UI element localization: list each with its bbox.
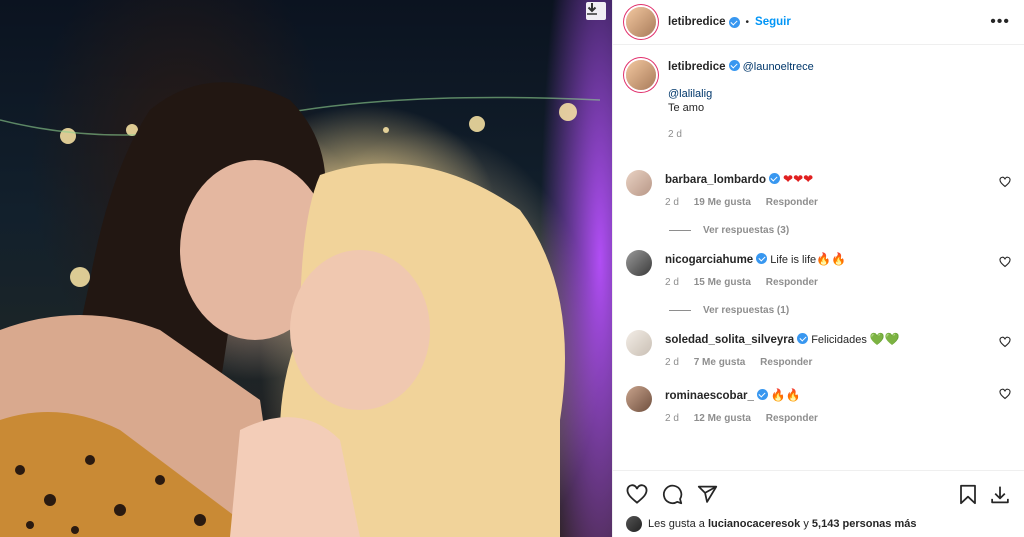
photo-illustration (0, 82, 601, 537)
instagram-post: letibredice • Seguir ••• letibredice @la… (0, 0, 1024, 537)
comment-likes[interactable]: 7 Me gusta (694, 357, 746, 368)
comment-text: Life is life (770, 254, 817, 266)
replies-line (669, 230, 691, 231)
like-icon[interactable] (626, 484, 648, 504)
comment-likes[interactable]: 12 Me gusta (694, 413, 751, 424)
reply-button[interactable]: Responder (766, 413, 818, 424)
post-caption: letibredice @launoeltrece @lalilalig Te … (626, 46, 1011, 156)
verified-icon (797, 333, 809, 344)
comment-text: Felicidades (811, 334, 867, 346)
view-replies-button[interactable]: Ver respuestas (1) (669, 305, 1011, 316)
share-icon[interactable] (697, 484, 718, 505)
caption-avatar[interactable] (626, 60, 656, 90)
commenter-avatar[interactable] (626, 250, 652, 276)
comment-item: soledad_solita_silveyra Felicidades 💚💚 2… (626, 316, 1011, 368)
view-replies-button[interactable]: Ver respuestas (3) (669, 225, 1011, 236)
comment-time[interactable]: 2 d (665, 413, 679, 424)
post-header: letibredice • Seguir ••• (613, 0, 1024, 45)
likes-count[interactable]: 5,143 personas más (812, 518, 917, 530)
heart-icon[interactable] (999, 256, 1011, 268)
post-actions: Les gusta a lucianocaceresok y 5,143 per… (613, 470, 1024, 537)
likes-summary: Les gusta a lucianocaceresok y 5,143 per… (626, 516, 1011, 532)
post-photo[interactable] (0, 0, 612, 537)
commenter-avatar[interactable] (626, 330, 652, 356)
comment-time[interactable]: 2 d (665, 197, 679, 208)
comment-emoji: ❤❤❤ (783, 172, 814, 186)
bookmark-icon[interactable] (959, 484, 977, 505)
comment-item: rominaescobar_ 🔥🔥 2 d 12 Me gusta Respon… (626, 368, 1011, 424)
likes-prefix: Les gusta a (648, 518, 705, 530)
separator-dot: • (745, 16, 750, 28)
comments-list[interactable]: letibredice @launoeltrece @lalilalig Te … (613, 46, 1024, 470)
author-username[interactable]: letibredice (668, 16, 726, 28)
follow-button[interactable]: Seguir (755, 16, 791, 28)
heart-icon[interactable] (999, 336, 1011, 348)
author-avatar[interactable] (626, 7, 656, 37)
comment-username[interactable]: rominaescobar_ (665, 390, 754, 402)
verified-icon (728, 16, 740, 28)
commenter-avatar[interactable] (626, 386, 652, 412)
comment-emoji: 🔥🔥 (770, 388, 801, 402)
caption-username[interactable]: letibredice (668, 61, 726, 73)
reply-button[interactable]: Responder (766, 277, 818, 288)
more-options-icon[interactable]: ••• (990, 14, 1010, 30)
download-icon (587, 3, 597, 15)
caption-mention[interactable]: @launoeltrece (743, 61, 814, 73)
caption-mention[interactable]: @lalilalig (668, 88, 712, 100)
comment-icon[interactable] (662, 484, 683, 505)
comment-item: barbara_lombardo ❤❤❤ 2 d 19 Me gusta Res… (626, 156, 1011, 208)
reply-button[interactable]: Responder (760, 357, 812, 368)
post-side-panel: letibredice • Seguir ••• letibredice @la… (612, 0, 1024, 537)
comment-username[interactable]: barbara_lombardo (665, 174, 766, 186)
reply-button[interactable]: Responder (766, 197, 818, 208)
comment-likes[interactable]: 15 Me gusta (694, 277, 751, 288)
heart-icon[interactable] (999, 176, 1011, 188)
verified-icon (756, 389, 768, 400)
verified-icon (756, 253, 768, 264)
liker-username[interactable]: lucianocaceresok (708, 518, 800, 530)
likes-and: y (803, 518, 809, 530)
comment-item: nicogarciahume Life is life🔥🔥 2 d 15 Me … (626, 236, 1011, 288)
comment-likes[interactable]: 19 Me gusta (694, 197, 751, 208)
comment-emoji: 🔥🔥 (816, 252, 847, 266)
comment-time[interactable]: 2 d (665, 277, 679, 288)
verified-icon (768, 173, 780, 184)
caption-time[interactable]: 2 d (668, 129, 682, 140)
replies-label: Ver respuestas (3) (703, 225, 790, 236)
verified-icon (728, 60, 740, 71)
replies-label: Ver respuestas (1) (703, 305, 790, 316)
comment-time[interactable]: 2 d (665, 357, 679, 368)
save-icon[interactable] (989, 484, 1011, 505)
commenter-avatar[interactable] (626, 170, 652, 196)
comment-username[interactable]: soledad_solita_silveyra (665, 334, 794, 346)
comment-username[interactable]: nicogarciahume (665, 254, 753, 266)
liker-avatar[interactable] (626, 516, 642, 532)
heart-icon[interactable] (999, 388, 1011, 400)
caption-text: Te amo (668, 102, 705, 114)
replies-line (669, 310, 691, 311)
download-button[interactable] (586, 2, 606, 20)
comment-emoji: 💚💚 (869, 332, 900, 346)
